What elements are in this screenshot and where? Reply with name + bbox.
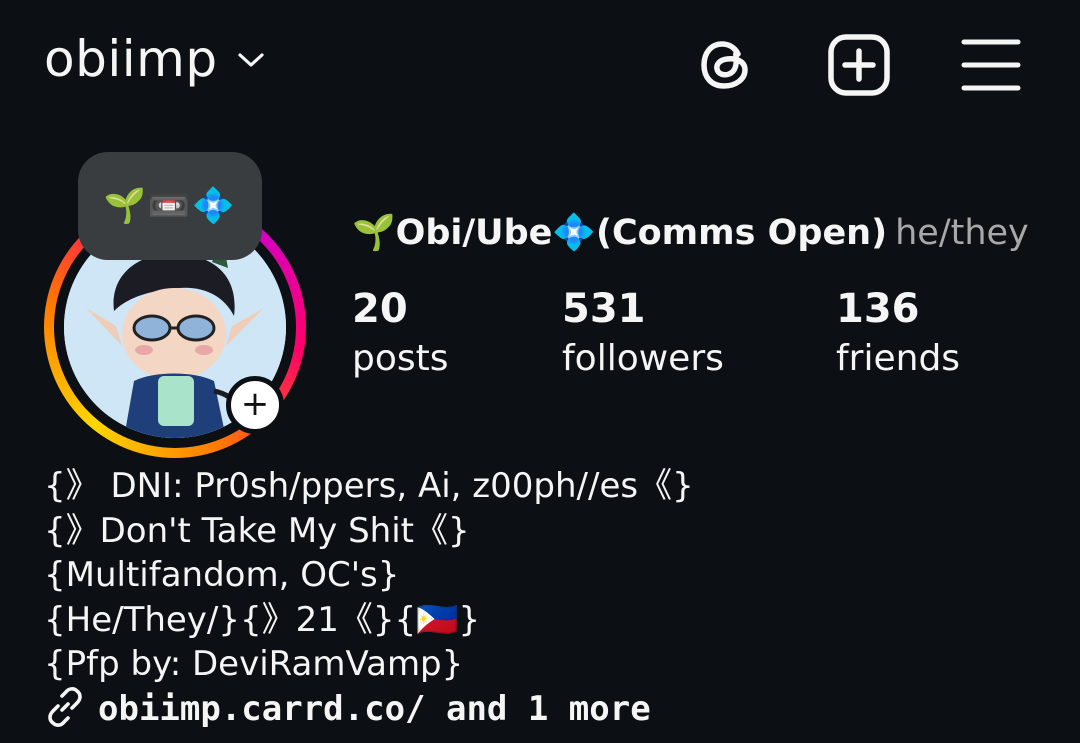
friends-count[interactable]: 136 friends bbox=[836, 286, 960, 382]
chevron-down-icon bbox=[236, 50, 266, 74]
posts-number: 20 bbox=[352, 286, 408, 332]
bio-line: {Multifandom, OC's} bbox=[44, 555, 400, 595]
note-text: 🌱📼💠 bbox=[103, 186, 237, 226]
followers-label: followers bbox=[562, 338, 724, 379]
pronouns: he/they bbox=[895, 213, 1029, 253]
username: obiimp bbox=[44, 30, 218, 88]
link-icon bbox=[44, 686, 86, 732]
bio-line: {》 DNI: Pr0sh/ppers, Ai, z00ph//es《} bbox=[44, 466, 694, 506]
profile-name: 🌱Obi/Ube💠(Comms Open) he/they bbox=[352, 212, 1029, 253]
bio-line: {Pfp by: DeviRamVamp} bbox=[44, 644, 464, 684]
profile-screen: obiimp + 🌱📼💠 🌱Obi/Ube💠(Comms Open) he/th… bbox=[0, 0, 1080, 743]
bio: {》 DNI: Pr0sh/ppers, Ai, z00ph//es《} {》D… bbox=[44, 464, 694, 687]
threads-icon[interactable] bbox=[694, 32, 760, 98]
add-story-button[interactable]: + bbox=[226, 376, 284, 434]
plus-square-icon[interactable] bbox=[826, 32, 892, 98]
plus-icon: + bbox=[240, 383, 270, 424]
followers-count[interactable]: 531 followers bbox=[562, 286, 724, 382]
followers-number: 531 bbox=[562, 286, 646, 332]
bio-link[interactable]: obiimp.carrd.co/ and 1 more bbox=[44, 686, 651, 732]
posts-label: posts bbox=[352, 338, 449, 379]
profile-header: obiimp bbox=[0, 0, 1080, 130]
friends-number: 136 bbox=[836, 286, 920, 332]
link-text: obiimp.carrd.co/ and 1 more bbox=[98, 689, 651, 729]
bio-line: {He/They/}{》21《}{🇵🇭} bbox=[44, 599, 481, 640]
posts-count[interactable]: 20 posts bbox=[352, 286, 449, 382]
display-name: 🌱Obi/Ube💠(Comms Open) bbox=[352, 213, 888, 253]
note-bubble[interactable]: 🌱📼💠 bbox=[78, 152, 262, 260]
account-switcher[interactable]: obiimp bbox=[44, 30, 266, 88]
friends-label: friends bbox=[836, 338, 961, 379]
hamburger-menu-icon[interactable] bbox=[958, 32, 1024, 98]
bio-line: {》Don't Take My Shit《} bbox=[44, 510, 470, 551]
